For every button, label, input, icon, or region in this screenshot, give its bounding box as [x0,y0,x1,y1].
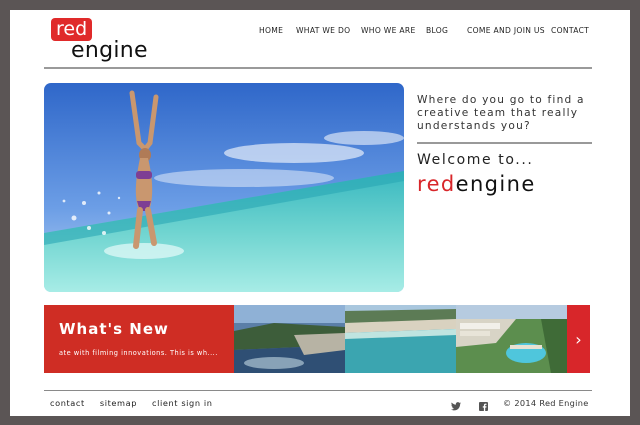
news-next-button[interactable]: › [567,305,590,373]
nav-blog[interactable]: BLOG [426,26,448,35]
logo[interactable]: red engine [51,18,161,70]
footer-link-client-sign-in[interactable]: client sign in [152,398,212,408]
header-divider [44,67,592,69]
chevron-right-icon: › [575,329,582,349]
brand-red: red [417,172,456,196]
whats-new-text: ate with filming innovations. This is wh… [59,349,218,357]
copyright-text: © 2014 Red Engine [503,398,589,408]
welcome-heading: Welcome to... [417,152,534,168]
footer-link-sitemap[interactable]: sitemap [100,398,137,408]
nav-what-we-do[interactable]: WHAT WE DO [296,26,350,35]
tagline-divider [417,142,592,144]
whats-new-title: What's New [59,320,169,338]
facebook-icon[interactable] [479,396,488,415]
hero-tagline: Where do you go to find a creative team … [417,94,585,132]
nav-come-and-join-us[interactable]: COME AND JOIN US [467,26,545,35]
footer-divider [44,390,592,391]
page: red engine HOME WHAT WE DO WHO WE ARE BL… [10,10,630,416]
brand-engine: engine [455,172,536,196]
nav-home[interactable]: HOME [259,26,283,35]
footer-links: contact sitemap client sign in [50,398,213,408]
brand-wordmark: redengine [417,172,536,196]
twitter-icon[interactable] [451,396,461,415]
news-thumbnail-hotel[interactable] [456,305,567,373]
footer-link-contact[interactable]: contact [50,398,85,408]
social-links [451,396,488,415]
logo-engine-text: engine [71,38,148,63]
news-thumbnail-coast[interactable] [234,305,345,373]
nav-who-we-are[interactable]: WHO WE ARE [361,26,416,35]
whats-new-panel[interactable]: What's New ate with filming innovations.… [44,305,234,373]
news-thumbnail-beach[interactable] [345,305,456,373]
whats-new-strip: What's New ate with filming innovations.… [44,305,592,373]
hero-image [44,83,404,292]
nav-contact[interactable]: CONTACT [551,26,589,35]
